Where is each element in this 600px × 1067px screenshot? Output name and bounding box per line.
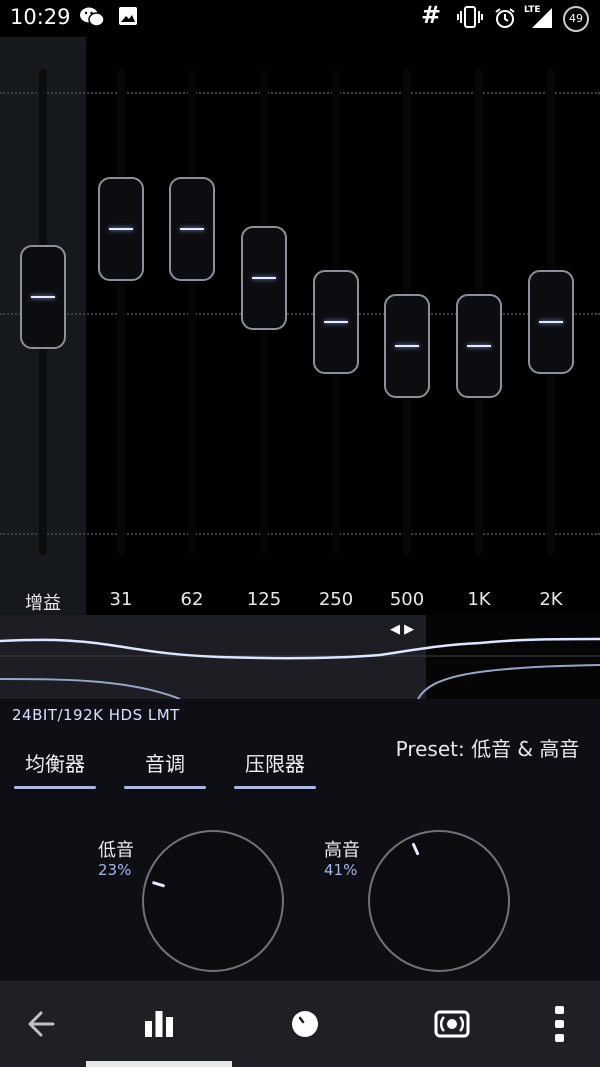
slider-knob[interactable] [98, 177, 144, 282]
band-250[interactable]: 250 [300, 37, 372, 615]
tab-tone[interactable]: 音调 [124, 748, 206, 777]
battery-indicator: 49 [563, 6, 589, 32]
band-label: 2K [539, 589, 563, 610]
band-2k[interactable]: 2K [515, 37, 587, 615]
alarm-icon [493, 6, 517, 35]
band-1k[interactable]: 1K [443, 37, 515, 615]
nav-back[interactable] [0, 981, 93, 1067]
band-label: 125 [246, 589, 282, 610]
band-label: 62 [180, 589, 204, 610]
band-label: 31 [109, 589, 133, 610]
vibrate-icon [456, 6, 484, 33]
band-62[interactable]: 62 [156, 37, 228, 615]
status-time: 10:29 [10, 5, 71, 29]
slider-knob[interactable] [456, 294, 502, 399]
back-arrow-icon [28, 1011, 55, 1037]
slider-knob[interactable] [528, 269, 574, 374]
spec-text: 24BIT/192K HDS LMT [12, 706, 180, 724]
equalizer-panel: 增益 31 62 125 250 500 1K 2K [0, 37, 600, 615]
frequency-curve[interactable]: ◀ ▶ [0, 615, 600, 700]
preset-label[interactable]: Preset: 低音 & 高音 [390, 734, 585, 764]
slider-track [117, 69, 125, 555]
band-label: 增益 [25, 593, 61, 614]
curve-scroll-arrows[interactable]: ◀ ▶ [390, 622, 414, 637]
nav-equalizer[interactable] [109, 981, 209, 1067]
dial-treble-label: 高音 [324, 840, 360, 861]
slider-knob[interactable] [384, 294, 430, 399]
slider-knob[interactable] [20, 245, 66, 350]
dial-treble-percent: 41% [324, 861, 358, 879]
dial-pointer [152, 881, 165, 888]
slider-track [188, 69, 196, 555]
bass-dial[interactable] [142, 830, 284, 972]
status-bar: 10:29 # LTE 49 [0, 0, 600, 37]
nav-visualizer[interactable] [402, 981, 502, 1067]
curve-shadow-left [0, 678, 181, 700]
visualizer-icon [434, 1010, 470, 1038]
tab-limiter[interactable]: 压限器 [234, 748, 316, 777]
slider-knob[interactable] [313, 269, 359, 374]
tone-knob-icon [292, 1011, 318, 1037]
network-type: LTE [524, 5, 541, 15]
nav-menu[interactable] [510, 981, 600, 1067]
nav-tone[interactable] [256, 981, 356, 1067]
treble-dial[interactable] [368, 830, 510, 972]
nav-selected-indicator [86, 1061, 232, 1067]
band-gain[interactable]: 增益 [7, 37, 79, 615]
dial-bass-label: 低音 [98, 840, 134, 861]
equalizer-bars-icon [145, 1011, 173, 1037]
dial-pointer [411, 842, 420, 856]
slider-knob[interactable] [169, 177, 215, 282]
dial-bass-percent: 23% [98, 861, 132, 879]
tab-limiter-underline [234, 786, 316, 789]
image-icon [118, 6, 138, 31]
band-31[interactable]: 31 [85, 37, 157, 615]
slider-knob[interactable] [241, 225, 287, 330]
wechat-icon [79, 6, 105, 33]
curve-dark-region [426, 615, 600, 699]
band-label: 250 [318, 589, 354, 610]
curve-graph [0, 615, 600, 700]
band-125[interactable]: 125 [228, 37, 300, 615]
band-500[interactable]: 500 [371, 37, 443, 615]
band-label: 500 [389, 589, 425, 610]
more-vertical-icon [555, 1006, 564, 1042]
tab-equalizer[interactable]: 均衡器 [14, 748, 96, 777]
band-label: 1K [467, 589, 491, 610]
tab-equalizer-underline [14, 786, 96, 789]
hash-icon: # [421, 1, 442, 29]
bottom-nav [0, 981, 600, 1067]
tab-tone-underline [124, 786, 206, 789]
